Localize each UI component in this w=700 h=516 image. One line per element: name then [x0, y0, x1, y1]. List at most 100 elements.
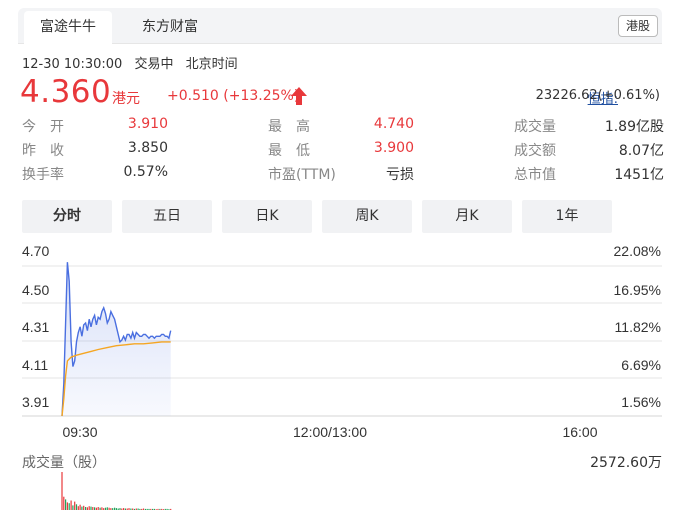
volume-bar [90, 506, 92, 510]
volume-bar [81, 506, 83, 510]
stat-value: 4.740 [373, 116, 414, 132]
stat-value: 3.900 [373, 140, 414, 156]
stat-value: 3.910 [127, 116, 168, 132]
volume-bar [75, 504, 78, 510]
y-tick-left: 3.91 [22, 394, 49, 410]
volume-bar [65, 499, 67, 510]
stat-label: 最 低 [268, 143, 310, 159]
volume-bar [161, 508, 163, 510]
volume-max-value: 2572.60万 [590, 455, 662, 471]
volume-bar [157, 508, 159, 510]
volume-bar [95, 507, 97, 510]
volume-bar [168, 509, 170, 510]
volume-bar [104, 507, 107, 510]
volume-bar [108, 507, 110, 510]
stat-value: 0.57% [123, 164, 168, 180]
stat-label: 成交额 [514, 143, 556, 159]
y-axis-right: 22.08% 16.95% 11.82% 6.69% 1.56% [614, 243, 661, 410]
volume-bar [86, 507, 88, 510]
volume-bar [170, 508, 172, 510]
volume-bar [117, 508, 119, 510]
volume-bars [61, 472, 172, 510]
tab-weekly-k[interactable]: 周K [322, 200, 412, 233]
volume-bar [130, 508, 132, 510]
stat-label: 市盈(TTM) [268, 167, 336, 183]
volume-bar [92, 507, 94, 510]
stat-label: 今 开 [22, 119, 64, 135]
volume-bar [83, 505, 85, 510]
current-price: 4.360 [20, 74, 112, 110]
volume-bar [159, 508, 161, 510]
stat-label: 成交量 [514, 119, 556, 135]
volume-bar [103, 508, 105, 510]
quote-time-row: 12-30 10:30:00 交易中 北京时间 [22, 53, 246, 72]
volume-bar [135, 508, 137, 510]
volume-bar [164, 508, 166, 510]
volume-bar [155, 509, 157, 510]
volume-bar [88, 506, 90, 510]
volume-bar [166, 508, 168, 510]
x-tick: 16:00 [562, 424, 597, 440]
trading-status: 交易中 [134, 57, 174, 72]
volume-bar [139, 508, 141, 510]
tab-daily-k[interactable]: 日K [222, 200, 312, 233]
volume-bar [153, 508, 155, 510]
volume-bar [106, 507, 108, 510]
volume-bar [121, 508, 123, 510]
volume-bar [150, 508, 152, 510]
volume-bar [128, 508, 130, 510]
tab-five-day[interactable]: 五日 [122, 200, 212, 233]
volume-bar [152, 508, 154, 510]
quote-stats: 今 开 3.910 最 高 4.740 成交量 1.89亿股 昨 收 3.850… [22, 116, 664, 188]
volume-bar [63, 496, 65, 510]
y-tick-right: 11.82% [615, 319, 661, 335]
volume-bar [112, 508, 114, 510]
volume-bar [114, 507, 116, 510]
price-row: 4.360 港元 +0.510 (+13.25%) 恒指: 23226.62(+… [20, 74, 664, 114]
stats-row: 今 开 3.910 最 高 4.740 成交量 1.89亿股 [22, 116, 664, 140]
y-tick-right: 16.95% [614, 282, 661, 298]
volume-bar [97, 507, 99, 510]
x-axis: 09:30 12:00/13:00 16:00 [62, 424, 597, 440]
volume-bar [85, 507, 87, 510]
y-tick-left: 4.70 [22, 243, 49, 259]
volume-bar [123, 508, 125, 510]
tab-intraday[interactable]: 分时 [22, 200, 112, 233]
x-tick: 12:00/13:00 [293, 424, 367, 440]
volume-bar [99, 507, 101, 510]
y-tick-right: 6.69% [621, 357, 661, 373]
volume-bar [137, 508, 139, 510]
volume-bar [146, 508, 148, 510]
tab-futu[interactable]: 富途牛牛 [24, 11, 112, 44]
volume-bar [110, 508, 112, 510]
stat-label: 昨 收 [22, 143, 64, 159]
stat-label: 换手率 [22, 167, 64, 183]
volume-bar [79, 504, 81, 510]
intraday-chart[interactable]: 4.70 4.50 4.31 4.11 3.91 22.08% 16.95% 11.82% 6… [0, 236, 700, 516]
stat-value: 8.07亿 [618, 143, 664, 159]
hsi-index-value: 23226.62(+0.61%) [535, 88, 660, 103]
tab-one-year[interactable]: 1年 [522, 200, 612, 233]
volume-bar [66, 502, 68, 510]
volume-bar [144, 508, 146, 510]
y-tick-left: 4.31 [22, 319, 49, 335]
volume-bar [68, 503, 70, 510]
volume-axis-label: 成交量（股） [22, 455, 106, 471]
volume-bar [61, 472, 63, 510]
tab-monthly-k[interactable]: 月K [422, 200, 512, 233]
y-tick-right: 1.56% [621, 394, 661, 410]
y-tick-left: 4.50 [22, 282, 49, 298]
volume-bar [126, 508, 128, 510]
volume-bar [74, 501, 76, 510]
stats-row: 昨 收 3.850 最 低 3.900 成交额 8.07亿 [22, 140, 664, 164]
market-badge: 港股 [617, 15, 658, 37]
volume-bar [124, 508, 126, 510]
timezone-label: 北京时间 [185, 57, 238, 72]
volume-bar [162, 509, 165, 510]
volume-bar [94, 507, 96, 510]
y-tick-left: 4.11 [22, 357, 48, 373]
stat-value: 1.89亿股 [604, 119, 664, 135]
tab-eastmoney[interactable]: 东方财富 [122, 11, 218, 44]
quote-datetime: 12-30 10:30:00 [22, 57, 123, 72]
volume-bar [115, 508, 117, 510]
